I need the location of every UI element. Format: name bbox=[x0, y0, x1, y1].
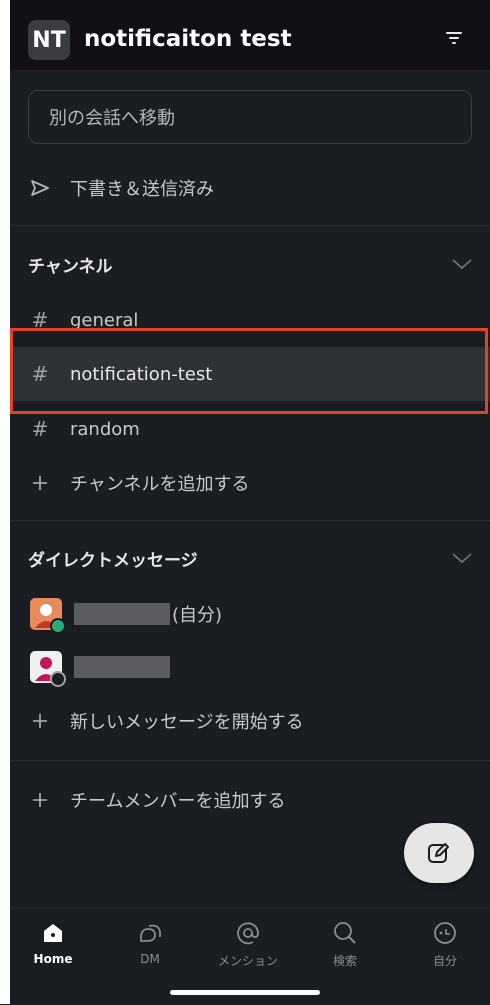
chevron-down-icon[interactable] bbox=[450, 257, 474, 271]
plus-icon bbox=[10, 791, 70, 809]
add-teammates-item[interactable]: チームメンバーを追加する bbox=[10, 774, 490, 826]
jump-to-input[interactable]: 別の会話へ移動 bbox=[28, 90, 472, 144]
tab-dm[interactable]: DM bbox=[115, 918, 185, 966]
tab-label: メンション bbox=[217, 954, 278, 968]
self-suffix: (自分) bbox=[172, 605, 223, 626]
tab-label: 自分 bbox=[432, 954, 457, 968]
add-teammates-label: チームメンバーを追加する bbox=[70, 791, 286, 812]
drafts-sent-item[interactable]: 下書き＆送信済み bbox=[10, 162, 490, 214]
chevron-down-icon[interactable] bbox=[450, 551, 474, 565]
selection-highlight-box bbox=[10, 328, 488, 414]
online-status-icon bbox=[50, 618, 66, 634]
dm-item-self[interactable]: (自分) bbox=[10, 588, 490, 640]
avatar bbox=[30, 651, 66, 687]
workspace-icon[interactable]: NT bbox=[28, 20, 70, 60]
tab-mentions[interactable]: メンション bbox=[213, 918, 283, 969]
redacted-username bbox=[74, 656, 170, 678]
dm-section-title: ダイレクトメッセージ bbox=[28, 550, 198, 571]
dm-item-user[interactable] bbox=[10, 641, 490, 693]
send-icon bbox=[10, 179, 70, 197]
new-message-item[interactable]: 新しいメッセージを開始する bbox=[10, 695, 490, 747]
divider bbox=[10, 225, 490, 226]
offline-status-icon bbox=[50, 671, 66, 687]
left-edge bbox=[0, 0, 10, 1004]
tab-label: DM bbox=[140, 952, 160, 966]
top-bar: NT notificaiton test bbox=[10, 0, 490, 70]
channels-section-header[interactable]: チャンネル bbox=[10, 242, 490, 286]
tab-label: Home bbox=[33, 952, 73, 966]
compose-icon bbox=[428, 843, 449, 863]
add-channel-item[interactable]: チャンネルを追加する bbox=[10, 457, 490, 509]
channel-name: random bbox=[70, 418, 140, 440]
dm-icon bbox=[139, 924, 161, 942]
home-indicator bbox=[170, 990, 320, 995]
plus-icon bbox=[10, 474, 70, 492]
you-icon bbox=[434, 922, 456, 944]
tab-home[interactable]: Home bbox=[18, 918, 88, 966]
search-icon bbox=[334, 922, 356, 944]
mention-icon bbox=[237, 922, 259, 945]
drafts-sent-label: 下書き＆送信済み bbox=[70, 179, 214, 200]
new-message-label: 新しいメッセージを開始する bbox=[70, 712, 304, 733]
dm-section-header[interactable]: ダイレクトメッセージ bbox=[10, 536, 490, 580]
divider bbox=[10, 760, 490, 761]
tab-label: 検索 bbox=[332, 954, 357, 968]
channels-section-title: チャンネル bbox=[28, 256, 113, 277]
tab-search[interactable]: 検索 bbox=[310, 918, 380, 969]
plus-icon bbox=[10, 712, 70, 730]
compose-button[interactable] bbox=[404, 823, 474, 883]
hash-icon: # bbox=[31, 417, 49, 441]
divider bbox=[10, 520, 490, 521]
workspace-name[interactable]: notificaiton test bbox=[84, 26, 292, 52]
home-icon bbox=[44, 924, 62, 942]
add-channel-label: チャンネルを追加する bbox=[70, 474, 250, 495]
avatar bbox=[30, 598, 66, 634]
filter-icon[interactable] bbox=[444, 30, 464, 46]
tab-you[interactable]: 自分 bbox=[410, 918, 480, 969]
sidebar-screen: NT notificaiton test 別の会話へ移動 下書き＆送信済み チャ… bbox=[10, 0, 490, 1005]
redacted-username bbox=[74, 603, 170, 625]
